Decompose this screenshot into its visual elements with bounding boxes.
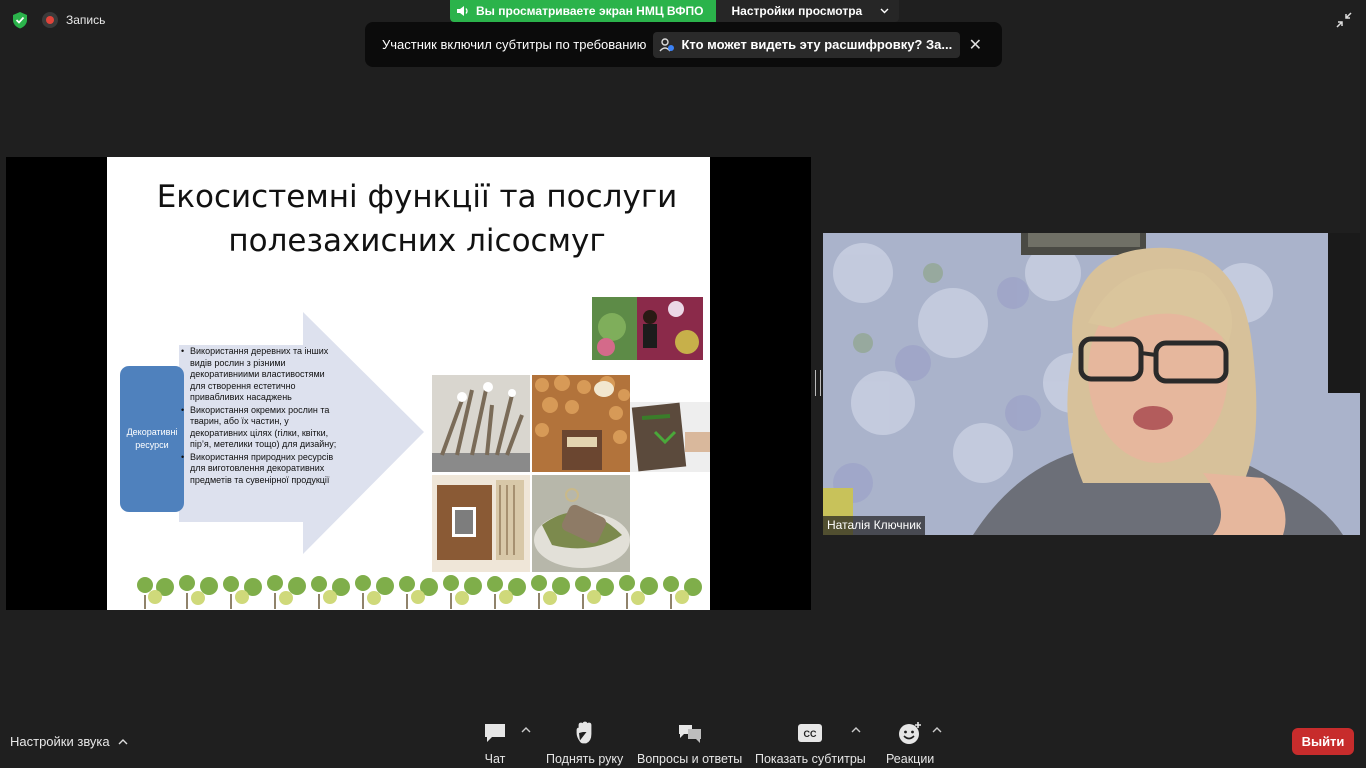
florist-photo	[592, 297, 703, 360]
view-options-label: Настройки просмотра	[731, 4, 863, 18]
participant-video[interactable]: Наталія Ключник	[823, 233, 1360, 535]
close-notification-button[interactable]: ✕	[969, 35, 982, 55]
chat-icon	[485, 724, 505, 742]
decorative-resources-box: Декоративні ресурси	[120, 366, 184, 512]
wood-wall-photo	[532, 375, 630, 472]
chevron-down-icon	[880, 8, 889, 14]
hand-icon	[576, 721, 592, 744]
decorative-resources-label: Декоративні ресурси	[126, 427, 178, 450]
user-info-icon	[659, 37, 675, 51]
audio-settings-label: Настройки звука	[10, 734, 110, 749]
recording-label: Запись	[66, 13, 106, 27]
recording-icon	[42, 12, 58, 28]
slide-bullet-list: Використання деревних та інших видів рос…	[181, 346, 341, 487]
slide-bullet: Використання окремих рослин та тварин, а…	[181, 405, 341, 451]
chat-options-chevron-icon[interactable]	[521, 726, 531, 733]
show-captions-label: Показать субтитры	[755, 752, 866, 766]
smiley-icon	[899, 722, 922, 744]
panel-resize-handle[interactable]	[815, 370, 821, 396]
slide-title: Екосистемні функції та послуги полезахис…	[107, 175, 710, 263]
qa-icon	[678, 725, 701, 743]
show-captions-button[interactable]: CC Показать субтитры	[755, 721, 866, 766]
wooden-frame-photo	[432, 475, 530, 572]
slide-bullet: Використання природних ресурсів для виго…	[181, 452, 341, 487]
leave-button[interactable]: Выйти	[1292, 728, 1354, 755]
view-options-button[interactable]: Настройки просмотра	[715, 0, 900, 22]
closed-captions-icon: CC	[798, 724, 823, 742]
raise-hand-label: Поднять руку	[546, 752, 624, 766]
share-status-text: Вы просматриваете экран НМЦ ВФПО	[476, 4, 704, 18]
presentation-slide: Екосистемні функції та послуги полезахис…	[107, 157, 710, 610]
slide-bullet: Використання деревних та інших видів рос…	[181, 346, 341, 404]
recording-indicator[interactable]: Запись	[42, 12, 105, 28]
qa-label: Вопросы и ответы	[637, 752, 743, 766]
transcript-visibility-text: Кто может видеть эту расшифровку? За...	[681, 37, 953, 52]
slide-title-line-1: Екосистемні функції та послуги	[156, 179, 678, 215]
audio-settings-button[interactable]: Настройки звука	[10, 734, 128, 749]
captions-options-chevron-icon[interactable]	[851, 726, 861, 733]
reactions-button[interactable]: Реакции	[886, 721, 934, 766]
forest-border-decoration	[135, 573, 703, 610]
chevron-up-icon	[118, 739, 128, 745]
captions-notification-text: Участник включил субтитры по требованию	[382, 37, 647, 52]
bark-notebook-photo	[630, 402, 710, 472]
reactions-options-chevron-icon[interactable]	[932, 726, 942, 733]
captions-notification: Участник включил субтитры по требованию …	[365, 22, 1002, 67]
cc-badge-text: CC	[804, 729, 817, 739]
share-status: Вы просматриваете экран НМЦ ВФПО	[450, 0, 716, 22]
chat-label: Чат	[484, 752, 506, 766]
security-shield-icon[interactable]	[10, 10, 30, 30]
chat-button[interactable]: Чат	[482, 721, 508, 766]
branches-vase-photo	[432, 375, 530, 472]
transcript-visibility-link[interactable]: Кто может видеть эту расшифровку? За...	[653, 31, 961, 58]
reactions-label: Реакции	[886, 752, 935, 766]
screen-share-banner: Вы просматриваете экран НМЦ ВФПО Настрой…	[450, 0, 900, 22]
speaker-icon	[457, 6, 468, 16]
slide-title-line-2: полезахисних лісосмуг	[228, 223, 606, 259]
napkin-ring-photo	[532, 475, 630, 572]
shared-screen[interactable]: Екосистемні функції та послуги полезахис…	[6, 157, 811, 610]
participant-video-feed	[823, 233, 1360, 535]
exit-fullscreen-icon[interactable]	[1334, 10, 1354, 30]
raise-hand-button[interactable]: Поднять руку	[546, 721, 623, 766]
participant-name-label: Наталія Ключник	[823, 516, 926, 535]
qa-button[interactable]: Вопросы и ответы	[637, 721, 742, 766]
